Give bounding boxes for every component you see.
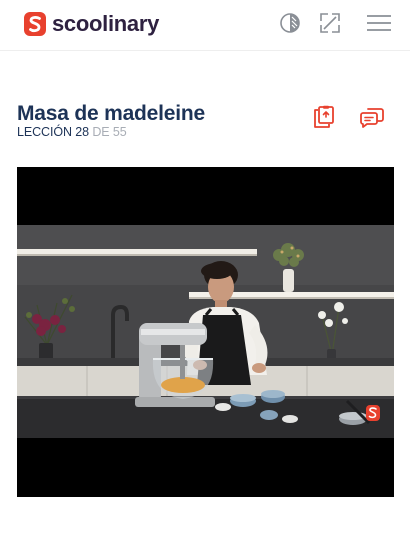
chat-icon <box>360 108 384 128</box>
lesson-label: LECCIÓN <box>17 125 72 139</box>
contrast-button[interactable] <box>278 11 302 35</box>
lesson-of-label: DE <box>92 125 110 139</box>
expand-icon <box>320 13 340 33</box>
top-bar: scoolinary <box>0 0 410 50</box>
resources-button[interactable] <box>311 104 337 130</box>
menu-icon <box>367 15 391 31</box>
lesson-total: 55 <box>112 125 127 139</box>
logo-mark-icon <box>24 12 46 36</box>
lesson-progress: LECCIÓN 28 DE 55 <box>17 125 127 139</box>
clipboard-icon <box>314 105 334 128</box>
video-watermark-icon <box>366 405 380 421</box>
menu-button[interactable] <box>366 11 392 35</box>
brand-name: scoolinary <box>52 11 160 36</box>
video-frame <box>17 225 394 438</box>
lesson-current: 28 <box>75 125 89 139</box>
video-player[interactable] <box>17 167 394 497</box>
lesson-title: Masa de madeleine <box>17 102 206 125</box>
contrast-icon <box>280 13 300 33</box>
header-divider <box>0 50 410 51</box>
expand-button[interactable] <box>318 11 342 35</box>
page: scoolinary Masa de madeleine LECCIÓN 28 … <box>0 0 410 534</box>
comments-button[interactable] <box>359 104 385 130</box>
brand-logo[interactable]: scoolinary <box>24 10 159 38</box>
kitchen-scene-image <box>17 225 394 438</box>
